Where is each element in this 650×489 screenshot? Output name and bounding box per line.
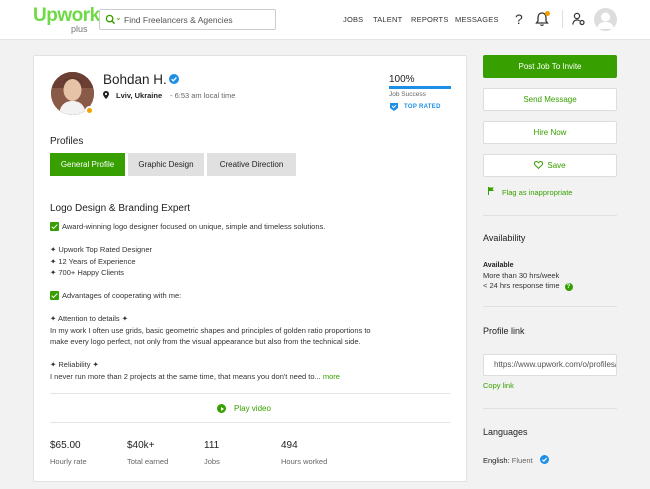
logo-text: Upwork [33,5,100,26]
divider [483,408,617,409]
profile-link-heading: Profile link [483,326,525,336]
nav-messages[interactable]: MESSAGES [455,15,499,24]
avatar[interactable] [594,8,617,31]
profile-name: Bohdan H. [103,72,167,87]
more-link[interactable]: more [323,372,340,381]
location-text: Lviv, Ukraine [116,91,163,100]
location-pin-icon [103,91,109,99]
help-icon[interactable]: ? [564,283,573,291]
tab-creative-direction[interactable]: Creative Direction [207,153,296,176]
tab-graphic-design[interactable]: Graphic Design [128,153,204,176]
divider [483,306,617,307]
top-rated-label: TOP RATED [404,104,441,110]
search-box[interactable]: ⌄ [99,9,276,30]
upwork-logo[interactable]: Upwork plus [33,6,100,35]
save-label: Save [547,161,566,170]
availability-response: < 24 hrs response time? [483,281,573,291]
hourly-rate-label: Hourly rate [50,457,87,466]
language-name: English: [483,456,510,465]
description-line: Award-winning logo designer focused on u… [50,221,325,233]
hours-worked-label: Hours worked [281,457,328,466]
send-message-button[interactable]: Send Message [483,88,617,111]
language-level: Fluent [511,456,533,465]
profile-title: Logo Design & Branding Expert [50,203,191,214]
hire-now-button[interactable]: Hire Now [483,121,617,144]
profile-card: Bohdan H. Lviv, Ukraine - 6:53 am local … [33,55,467,482]
flag-icon[interactable] [488,187,494,195]
notification-dot [545,11,550,16]
nav-reports[interactable]: REPORTS [411,15,449,24]
description-line: ✦ Reliability ✦ [50,360,99,369]
languages-heading: Languages [483,427,528,437]
total-earned-value: $40k+ [127,440,155,451]
status-indicator [85,106,94,115]
total-earned-label: Total earned [127,457,169,466]
divider [50,393,450,394]
hours-worked-value: 494 [281,440,298,451]
language-item: English: Fluent [483,456,533,465]
availability-hours: More than 30 hrs/week [483,271,560,280]
description-line: I never run more than 2 projects at the … [50,371,340,381]
logo-plus: plus [71,24,88,34]
jobs-value: 111 [204,440,220,451]
job-success-label: Job Success [389,91,426,98]
header-divider [562,10,563,28]
copy-link[interactable]: Copy link [483,381,514,390]
hourly-rate-value: $65.00 [50,440,81,451]
checkbox-icon [50,291,59,300]
job-success-fill [389,86,451,89]
play-icon[interactable] [217,404,226,413]
job-success-value: 100% [389,74,415,85]
save-button[interactable]: Save [483,154,617,177]
play-video-link[interactable]: Play video [234,404,271,413]
nav-talent[interactable]: TALENT [373,15,402,24]
description-line: In my work I often use grids, basic geom… [50,325,371,335]
availability-heading: Availability [483,233,526,243]
jobs-label: Jobs [204,457,220,466]
heart-icon [534,161,544,169]
help-icon[interactable]: ? [515,11,523,27]
default-avatar-icon [597,12,614,29]
tab-general-profile[interactable]: General Profile [50,153,125,176]
local-time: - 6:53 am local time [170,91,236,100]
description-line: ✦ 700+ Happy Clients [50,268,125,277]
nav-jobs[interactable]: JOBS [343,15,363,24]
availability-status: Available [483,262,514,269]
top-rated-badge-icon [390,103,398,111]
flag-inappropriate-link[interactable]: Flag as inappropriate [502,188,572,197]
profiles-heading: Profiles [50,136,84,147]
description-line: Advantages of cooperating with me: [50,290,181,302]
profile-link-field[interactable]: https://www.upwork.com/o/profiles/users/ [483,354,617,376]
description-line: ✦ 12 Years of Experience [50,256,136,266]
search-input[interactable] [124,10,274,29]
verified-icon [169,74,179,84]
top-header: Upwork plus ⌄ JOBS TALENT REPORTS MESSAG… [0,0,650,40]
user-settings-icon[interactable] [572,12,585,26]
divider [50,422,450,423]
post-job-button[interactable]: Post Job To Invite [483,55,617,78]
description-line: ✦ Upwork Top Rated Designer [50,245,153,254]
checkbox-icon [50,222,59,231]
divider [483,215,617,216]
job-success-bar [389,86,451,89]
description-line: ✦ Attention to details ✦ [50,314,129,323]
chevron-down-icon[interactable]: ⌄ [115,13,122,22]
description-line: make every logo perfect, not only from t… [50,337,361,346]
verified-icon [540,455,549,464]
